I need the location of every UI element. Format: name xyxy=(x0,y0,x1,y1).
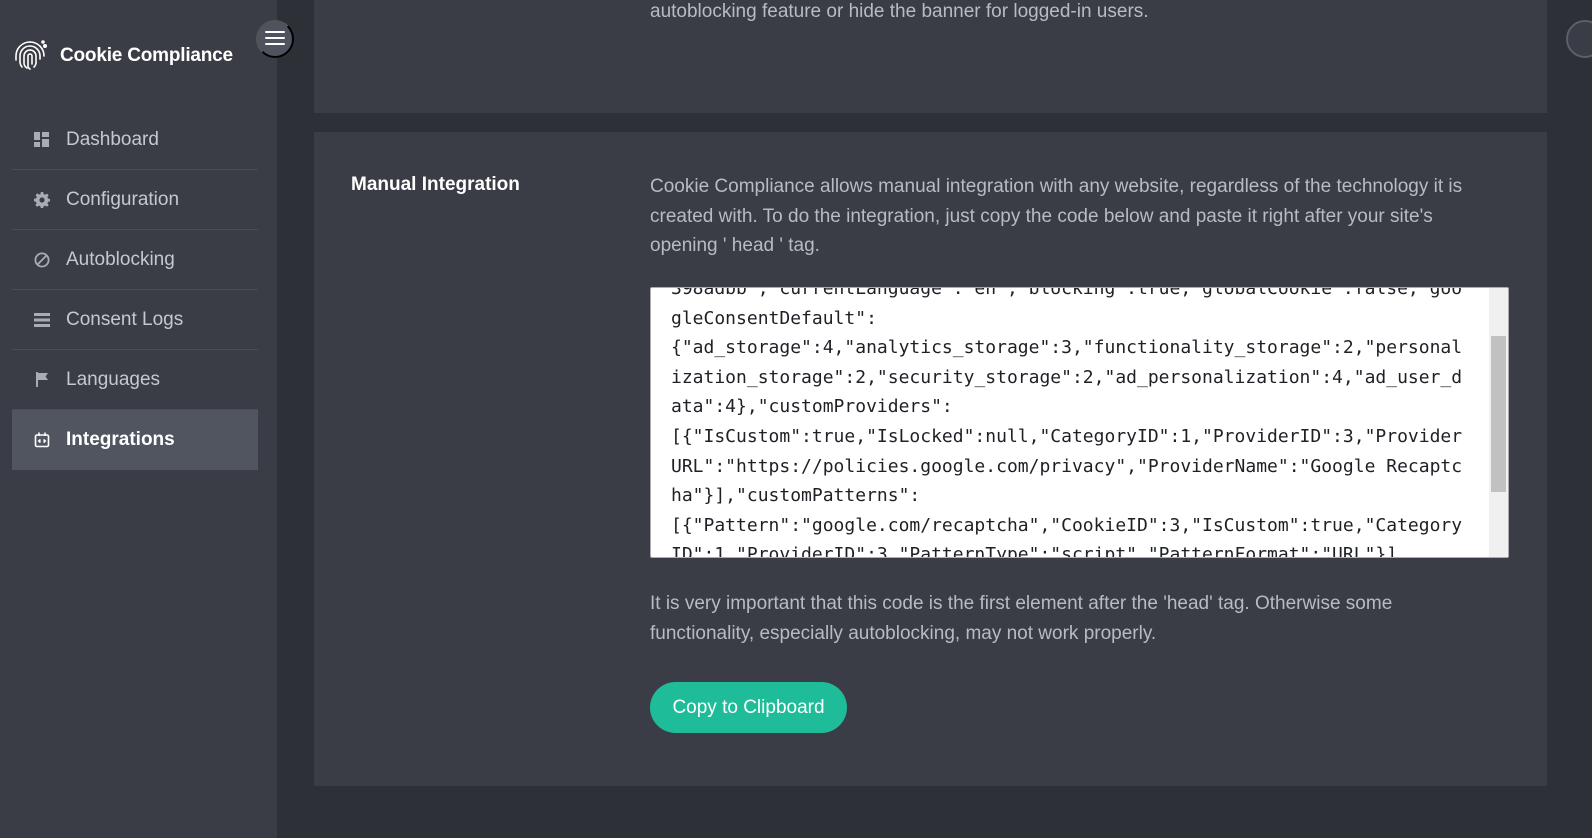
copy-to-clipboard-button[interactable]: Copy to Clipboard xyxy=(650,682,847,733)
code-scrollbar[interactable] xyxy=(1489,288,1508,557)
sidebar-item-label: Languages xyxy=(66,368,161,390)
fingerprint-icon xyxy=(12,38,48,74)
app-root: Cookie Compliance Dashboard Configuratio… xyxy=(0,0,1592,838)
sidebar-item-dashboard[interactable]: Dashboard xyxy=(12,110,258,170)
sidebar-item-label: Autoblocking xyxy=(66,248,175,270)
dashboard-grid-icon xyxy=(33,131,50,148)
hamburger-icon xyxy=(265,30,285,49)
block-circle-icon xyxy=(33,251,50,268)
section-title: Manual Integration xyxy=(351,174,520,195)
integration-code-box[interactable]: 398adbb","currentLanguage":"en","blockin… xyxy=(650,287,1509,558)
integration-note: It is very important that this code is t… xyxy=(650,593,1393,644)
brand-name: Cookie Compliance xyxy=(60,45,233,66)
integration-icon xyxy=(33,432,50,449)
sidebar-item-label: Configuration xyxy=(66,188,180,210)
brand[interactable]: Cookie Compliance xyxy=(12,38,233,74)
integration-code[interactable]: 398adbb","currentLanguage":"en","blockin… xyxy=(671,288,1471,557)
sidebar-item-label: Dashboard xyxy=(66,128,159,150)
manual-integration-card: Manual Integration Cookie Compliance all… xyxy=(314,132,1547,786)
previous-settings-card: autoblocking feature or hide the banner … xyxy=(314,0,1547,113)
sidebar-item-integrations[interactable]: Integrations xyxy=(12,410,258,470)
sidebar-item-consent-logs[interactable]: Consent Logs xyxy=(12,290,258,350)
sidebar-item-label: Integrations xyxy=(66,429,175,450)
sidebar: Cookie Compliance Dashboard Configuratio… xyxy=(0,0,277,838)
gear-icon xyxy=(33,191,50,208)
menu-toggle-button[interactable] xyxy=(256,20,294,58)
list-icon xyxy=(33,311,50,328)
sidebar-nav: Dashboard Configuration Autoblocking Con… xyxy=(12,110,258,470)
sidebar-item-label: Consent Logs xyxy=(66,308,184,330)
section-description: Cookie Compliance allows manual integrat… xyxy=(650,176,1463,256)
sidebar-item-configuration[interactable]: Configuration xyxy=(12,170,258,230)
previous-card-text: autoblocking feature or hide the banner … xyxy=(650,1,1149,22)
code-scrollbar-thumb[interactable] xyxy=(1491,336,1506,492)
main-content: autoblocking feature or hide the banner … xyxy=(277,0,1592,838)
flag-icon xyxy=(33,371,50,388)
sidebar-item-autoblocking[interactable]: Autoblocking xyxy=(12,230,258,290)
sidebar-item-languages[interactable]: Languages xyxy=(12,350,258,410)
